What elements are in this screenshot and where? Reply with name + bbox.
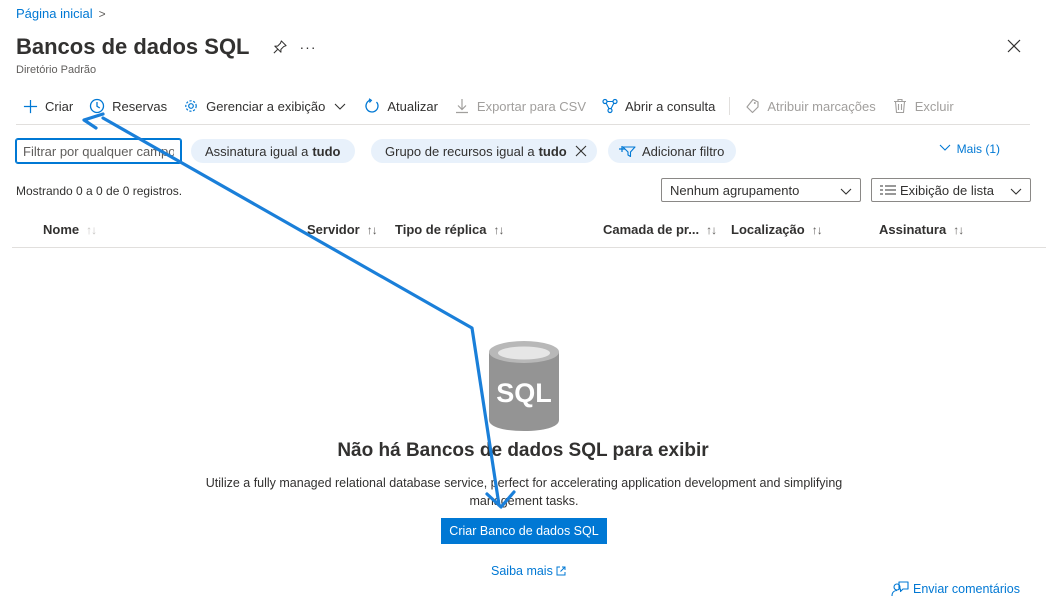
sort-icon: ↑↓ [811,222,823,237]
gear-icon [183,98,199,114]
column-header-location[interactable]: Localização ↑↓ [731,222,823,237]
resource-group-filter-pill[interactable]: Grupo de recursos igual a tudo [371,139,597,163]
grouping-value: Nenhum agrupamento [670,182,800,198]
learn-more-label: Saiba mais [491,564,553,578]
view-value: Exibição de lista [900,182,994,198]
more-filters-toggle[interactable]: Mais (1) [939,141,1000,156]
more-filters-label: Mais (1) [956,141,1000,156]
feedback-link[interactable]: Enviar comentários [891,581,1020,597]
sql-icon-text: SQL [496,378,552,408]
delete-label: Excluir [914,98,954,114]
sort-icon: ↑↓ [953,222,964,237]
column-label: Camada de pr... [603,222,700,237]
assign-tags-label: Atribuir marcações [767,98,876,114]
sort-icon: ↑↓ [706,222,717,237]
grouping-dropdown[interactable]: Nenhum agrupamento [661,178,861,202]
view-dropdown[interactable]: Exibição de lista [871,178,1031,202]
sql-database-icon: SQL [487,340,561,432]
export-csv-label: Exportar para CSV [476,98,587,114]
column-label: Tipo de réplica [395,222,487,237]
close-icon[interactable] [1006,38,1022,54]
page-title: Bancos de dados SQL [16,34,250,59]
add-filter-button[interactable]: Adicionar filtro [608,139,737,163]
list-view-icon [880,184,896,196]
column-header-server[interactable]: Servidor ↑↓ [307,222,378,237]
chevron-down-icon [840,185,852,197]
clock-icon [89,98,105,114]
assign-tags-button[interactable]: Atribuir marcações [736,94,883,118]
resource-group-filter-value: tudo [538,143,567,159]
refresh-icon [364,98,380,114]
open-query-label: Abrir a consulta [625,98,716,114]
chevron-down-icon [1010,185,1022,197]
feedback-label: Enviar comentários [913,582,1020,596]
column-label: Servidor [307,222,360,237]
column-header-replica-type[interactable]: Tipo de réplica ↑↓ [395,222,505,237]
empty-state-description: Utilize a fully managed relational datab… [205,476,843,508]
subscription-filter-value: tudo [312,143,341,159]
delete-button[interactable]: Excluir [884,94,962,118]
download-icon [454,98,470,114]
pin-icon[interactable] [272,39,288,55]
page-subtitle: Diretório Padrão [16,64,97,76]
breadcrumb: Página inicial > [16,6,106,21]
learn-more-link[interactable]: Saiba mais [491,564,566,578]
empty-state-title: Não há Bancos de dados SQL para exibir [337,440,709,461]
chevron-down-icon [332,98,348,114]
remove-filter-icon[interactable] [575,145,587,157]
plus-icon [22,98,38,114]
column-header-tier[interactable]: Camada de pr... ↑↓ [603,222,717,237]
export-csv-button[interactable]: Exportar para CSV [446,94,594,118]
reservations-button[interactable]: Reservas [81,94,175,118]
subscription-filter-label: Assinatura igual a [205,143,309,159]
subscription-filter-pill[interactable]: Assinatura igual a tudo [191,139,355,163]
create-sql-database-button[interactable]: Criar Banco de dados SQL [441,518,607,544]
filter-input[interactable] [15,138,182,164]
column-label: Assinatura [879,222,947,237]
sort-icon: ↑↓ [493,222,505,237]
column-label: Localização [731,222,805,237]
refresh-button[interactable]: Atualizar [356,94,446,118]
query-icon [602,98,618,114]
more-options-icon[interactable]: ··· [300,39,317,55]
column-header-subscription[interactable]: Assinatura ↑↓ [879,222,964,237]
resource-group-filter-label: Grupo de recursos igual a [385,143,535,159]
command-bar: Criar Reservas Gerenciar a exibição Atua… [16,94,962,118]
trash-icon [892,98,908,114]
chevron-down-icon [939,141,951,156]
feedback-icon [891,581,909,597]
sort-icon: ↑↓ [86,222,97,237]
table-header: Nome ↑↓ Servidor ↑↓ Tipo de réplica ↑↓ C… [12,218,1046,248]
create-label: Criar [45,98,74,114]
chevron-right-icon: > [98,6,106,21]
sort-icon: ↑↓ [366,222,378,237]
tag-icon [744,98,760,114]
breadcrumb-home-link[interactable]: Página inicial [16,6,93,21]
reservations-label: Reservas [112,98,168,114]
external-link-icon [556,566,566,576]
manage-view-label: Gerenciar a exibição [206,98,326,114]
title-row: Bancos de dados SQL ··· [16,34,317,60]
add-filter-label: Adicionar filtro [642,143,725,159]
records-count: Mostrando 0 a 0 de 0 registros. [16,184,183,198]
refresh-label: Atualizar [387,98,438,114]
toolbar-divider-line [16,124,1030,125]
create-button[interactable]: Criar [16,94,81,118]
add-filter-icon [618,143,636,159]
column-label: Nome [43,222,80,237]
manage-view-button[interactable]: Gerenciar a exibição [175,94,356,118]
open-query-button[interactable]: Abrir a consulta [594,94,723,118]
column-header-name[interactable]: Nome ↑↓ [43,222,97,237]
toolbar-divider [729,97,731,115]
